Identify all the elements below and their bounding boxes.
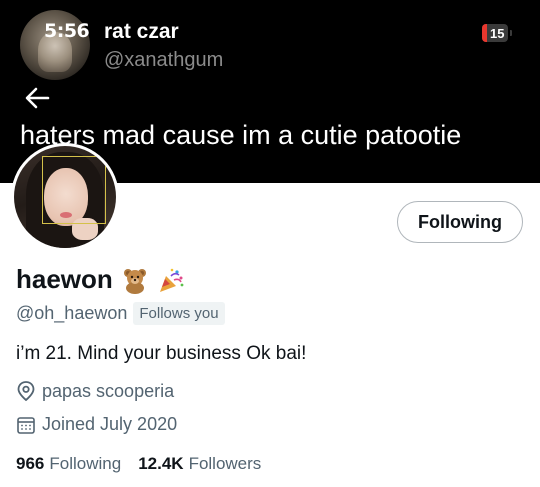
follow-stats: 966 Following 12.4K Followers [16, 454, 261, 474]
display-name-row: haewon [16, 264, 185, 295]
following-label[interactable]: Following [49, 454, 121, 474]
joined-row: Joined July 2020 [16, 414, 177, 435]
location-pin-icon [17, 381, 35, 402]
calendar-icon [17, 416, 35, 434]
status-bar-time: 5:56 [44, 20, 90, 42]
tweet-author-name[interactable]: rat czar [104, 20, 179, 44]
following-button[interactable]: Following [397, 201, 523, 243]
battery-level-text: 15 [490, 25, 505, 41]
party-popper-icon [159, 268, 184, 292]
location-row: papas scooperia [16, 380, 174, 402]
battery-indicator: 15 [482, 24, 513, 42]
profile-joined-date: Joined July 2020 [42, 414, 178, 434]
profile-location: papas scooperia [42, 380, 175, 401]
profile-bio: i’m 21. Mind your business Ok bai! [16, 343, 307, 364]
battery-tip [510, 30, 513, 36]
following-count[interactable]: 966 [16, 454, 44, 474]
profile-avatar[interactable] [11, 143, 119, 251]
face-detection-box [42, 156, 106, 224]
profile-handle: @oh_haewon [16, 303, 128, 323]
avatar-photo [14, 146, 116, 248]
battery-icon: 15 [482, 24, 509, 42]
battery-level-fill [482, 24, 487, 42]
handle-row: @oh_haewon Follows you [16, 302, 225, 325]
teddy-bear-icon [123, 268, 146, 294]
follows-you-badge: Follows you [133, 302, 225, 325]
back-arrow-icon[interactable] [24, 86, 50, 110]
followers-label[interactable]: Followers [189, 454, 262, 474]
display-name: haewon [16, 264, 113, 294]
followers-count[interactable]: 12.4K [138, 454, 183, 474]
tweet-author-handle[interactable]: @xanathgum [104, 49, 223, 72]
